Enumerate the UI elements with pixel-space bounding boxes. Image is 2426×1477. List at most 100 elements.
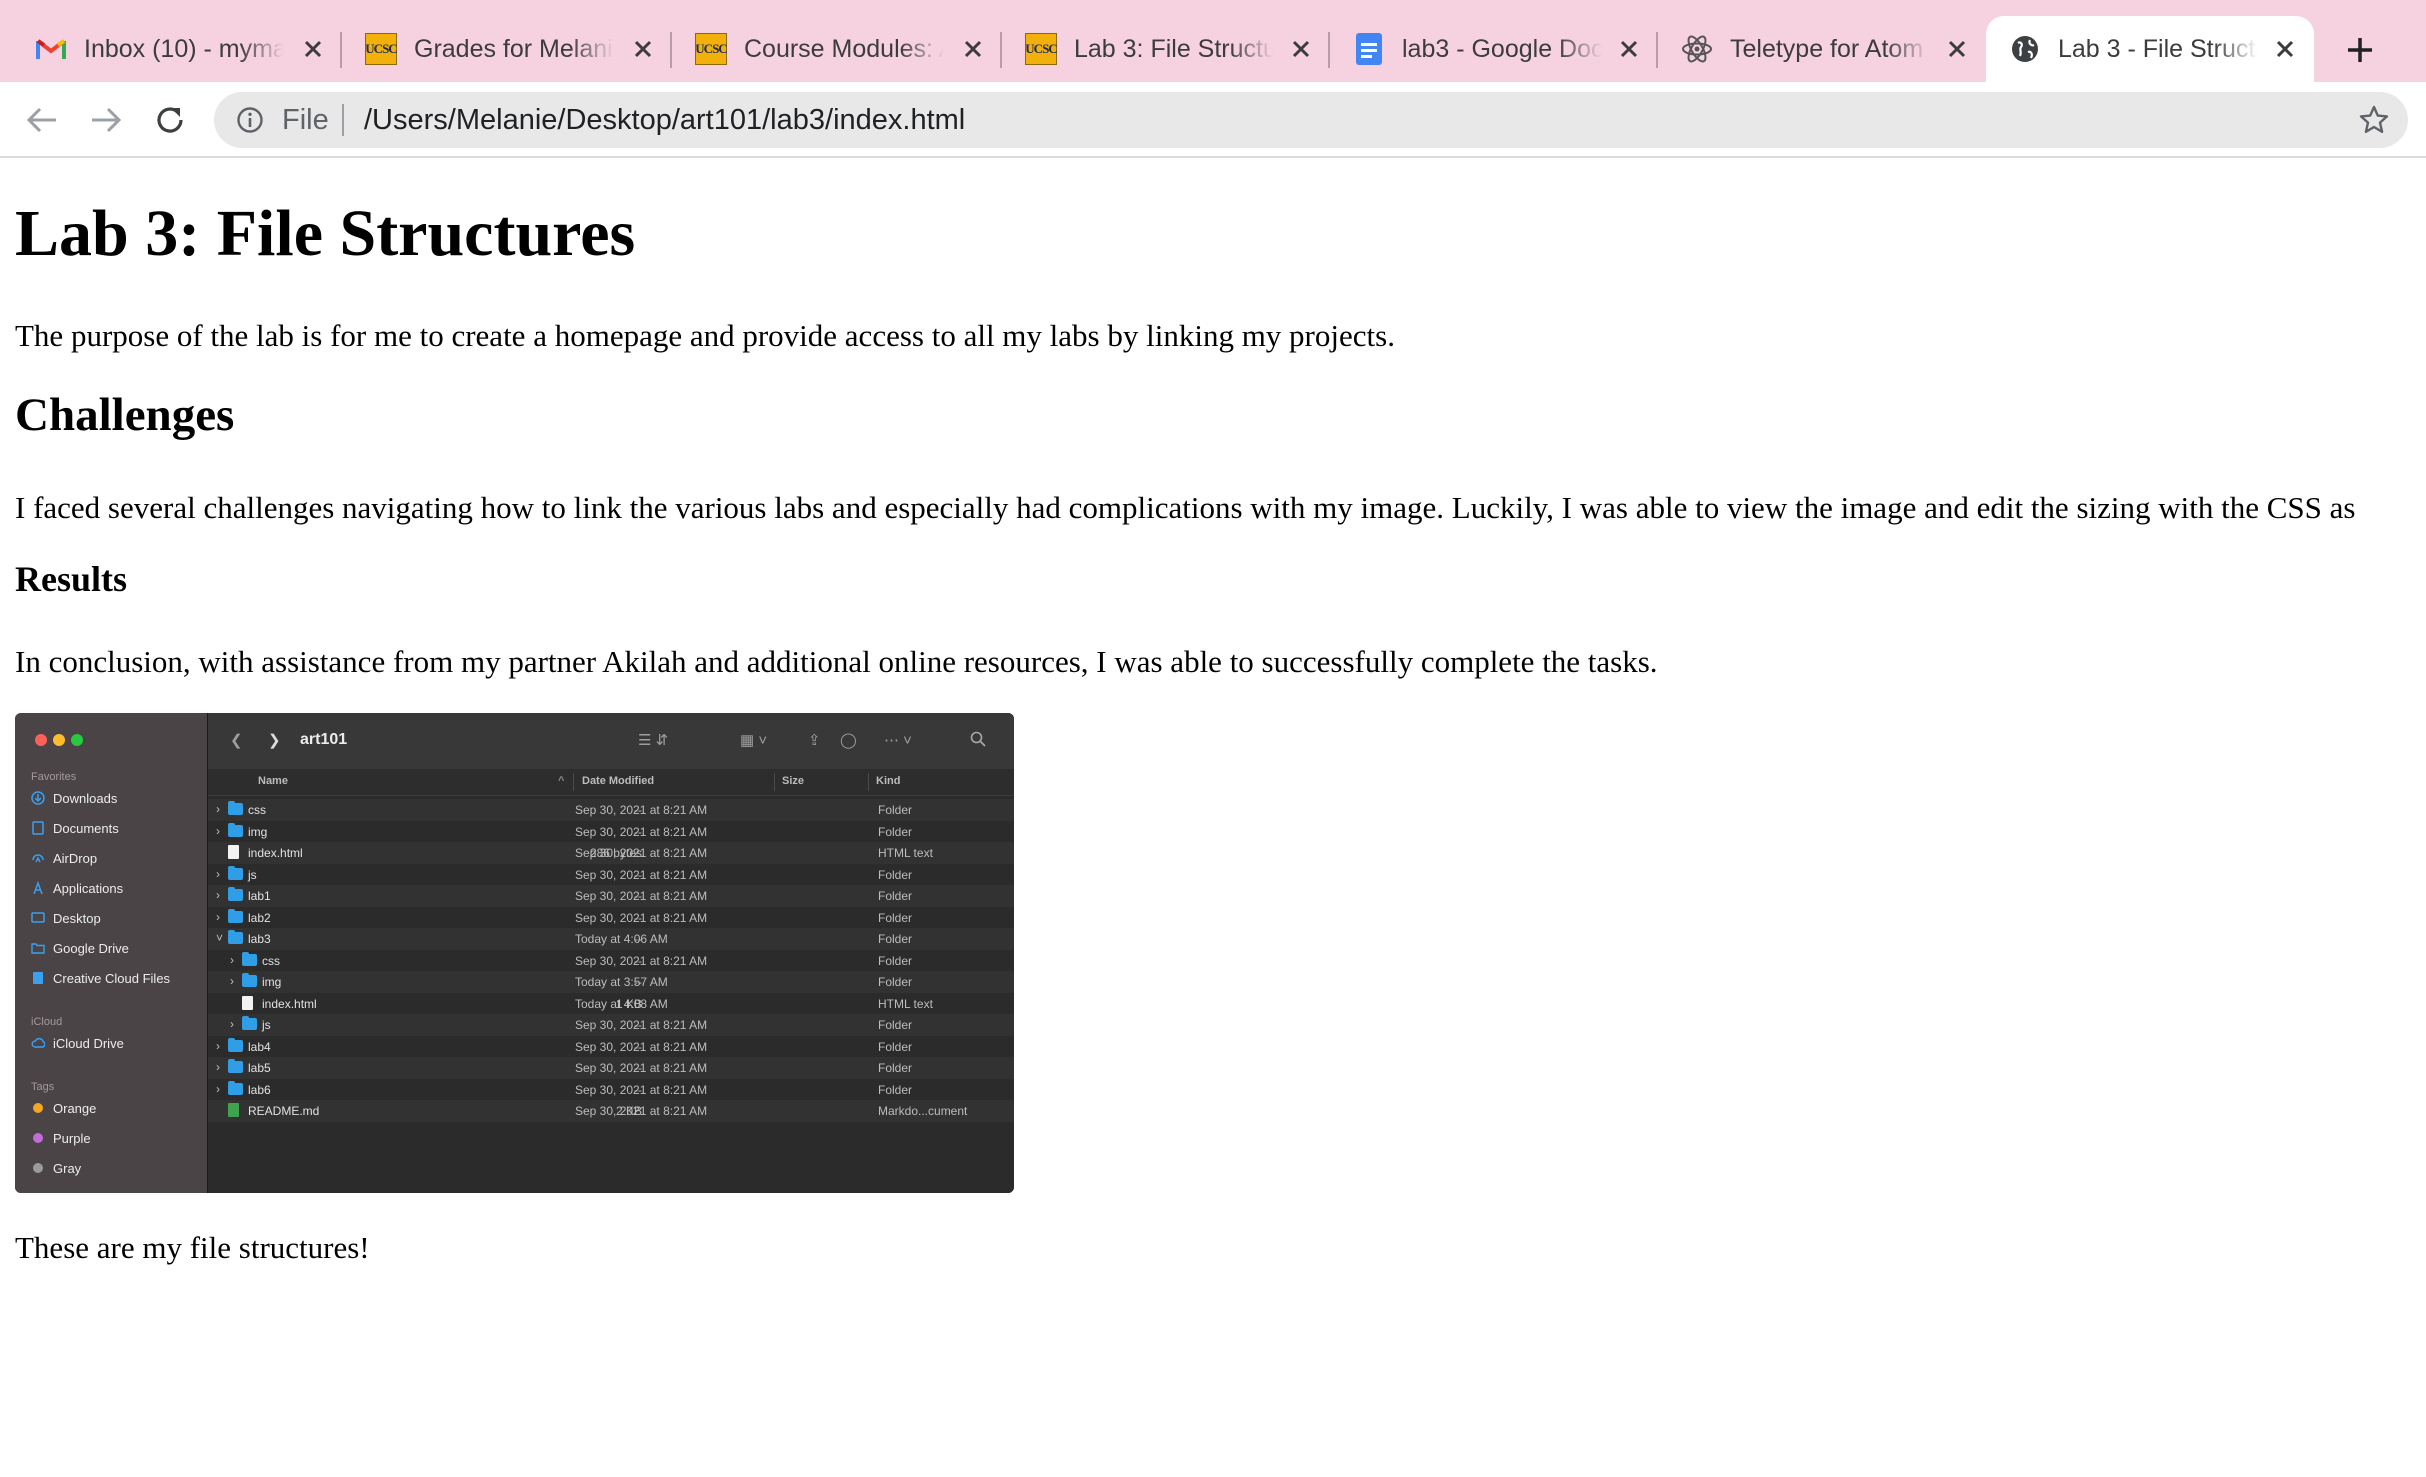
intro-paragraph: The purpose of the lab is for me to crea… xyxy=(15,318,1395,353)
file-kind: Folder xyxy=(878,1061,913,1075)
file-name: lab6 xyxy=(248,1082,271,1097)
file-kind: Folder xyxy=(878,932,913,946)
folder-icon xyxy=(228,887,243,901)
file-size: -- xyxy=(634,932,642,946)
column-name: Name xyxy=(258,775,288,787)
folder-icon xyxy=(228,1037,243,1052)
disclosure-closed-icon: › xyxy=(216,823,220,838)
finder-row: index.html Today at 4:08 AM 1 KB HTML text xyxy=(208,993,1014,1015)
folder-icon xyxy=(228,865,243,880)
sidebar-tag-purple: Purple xyxy=(31,1127,91,1149)
tab-title: Course Modules: A xyxy=(744,34,944,63)
tag-dot-icon xyxy=(33,1133,43,1143)
tab-course-modules[interactable]: UCSC Course Modules: A xyxy=(672,16,1002,82)
sidebar-item-icloud-drive: iCloud Drive xyxy=(31,1032,124,1054)
grid-view-icon: ▦ ˅ xyxy=(740,732,768,749)
file-size: -- xyxy=(634,889,642,903)
list-view-icon: ☰ ⇵ xyxy=(638,732,669,749)
file-size: -- xyxy=(634,867,642,882)
address-bar[interactable]: File /Users/Melanie/Desktop/art101/lab3/… xyxy=(214,92,2408,148)
file-kind: Folder xyxy=(878,1082,913,1097)
omnibox-divider xyxy=(342,104,344,136)
file-size: -- xyxy=(634,975,642,989)
folder-icon xyxy=(228,930,243,944)
sidebar-tag-gray: Gray xyxy=(31,1157,81,1179)
sort-chevron-icon: ^ xyxy=(558,775,565,787)
tags-section-label: Tags xyxy=(31,1081,55,1093)
close-tab-icon[interactable] xyxy=(298,34,328,64)
folder-icon xyxy=(242,1016,257,1030)
disclosure-closed-icon: › xyxy=(230,974,234,988)
bookmark-star-icon[interactable] xyxy=(2358,104,2390,136)
file-size: -- xyxy=(634,803,642,817)
results-heading: Results xyxy=(15,559,128,599)
tab-lab3-canvas[interactable]: UCSC Lab 3: File Structures xyxy=(1002,16,1330,82)
disclosure-closed-icon: › xyxy=(216,888,220,902)
favorites-section-label: Favorites xyxy=(31,771,77,783)
sidebar-item-desktop: Desktop xyxy=(31,907,101,929)
close-tab-icon[interactable] xyxy=(1614,34,1644,64)
tab-strip: Inbox (10) - mymail UCSC Grades for Mela… xyxy=(0,0,2426,82)
folder-icon xyxy=(228,1080,243,1095)
sidebar-item-documents: Documents xyxy=(31,817,119,839)
column-size: Size xyxy=(782,775,805,787)
close-tab-icon[interactable] xyxy=(628,34,658,64)
column-kind: Kind xyxy=(876,775,901,787)
file-name: css xyxy=(262,953,280,968)
file-size: 1 KB xyxy=(615,996,642,1011)
finder-row: › css Sep 30, 2021 at 8:21 AM -- Folder xyxy=(208,950,1014,972)
url-text[interactable]: /Users/Melanie/Desktop/art101/lab3/index… xyxy=(364,104,965,137)
gmail-icon xyxy=(34,32,68,66)
page-title: Lab 3: File Structures xyxy=(15,197,636,270)
close-tab-icon[interactable] xyxy=(958,34,988,64)
forward-arrow-icon[interactable] xyxy=(86,100,126,140)
file-size: -- xyxy=(634,1018,642,1032)
finder-column-headers: Name ^ Date Modified Size Kind xyxy=(208,769,1014,796)
file-kind: Folder xyxy=(878,1018,913,1032)
page-content: Lab 3: File Structures The purpose of th… xyxy=(0,160,2426,1477)
file-kind: HTML text xyxy=(878,996,933,1011)
tab-google-docs[interactable]: lab3 - Google Docs xyxy=(1330,16,1658,82)
finder-main: ❮ ❯ art101 ☰ ⇵ ▦ ˅ ⇪ ◯ ⋯ ˅ Name ^ Date M… xyxy=(208,713,1014,1193)
disclosure-open-icon: ˅ xyxy=(216,931,224,945)
close-tab-icon[interactable] xyxy=(1286,34,1316,64)
file-size: -- xyxy=(634,1061,642,1075)
file-size: -- xyxy=(634,910,642,925)
file-date: Today at 3:57 AM xyxy=(575,975,668,989)
tab-title: Lab 3: File Structures xyxy=(1074,34,1274,63)
folder-icon xyxy=(228,908,243,923)
google-docs-icon xyxy=(1352,32,1386,66)
close-tab-icon[interactable] xyxy=(2270,34,2300,64)
finder-file-list: › css Sep 30, 2021 at 8:21 AM -- Folder › img S… xyxy=(208,799,1014,1122)
file-icon xyxy=(228,1103,239,1117)
file-kind: Markdo...cument xyxy=(878,1104,968,1118)
tab-grades[interactable]: UCSC Grades for Melanie xyxy=(342,16,672,82)
file-kind: Folder xyxy=(878,889,913,903)
finder-sidebar: Favorites Downloads Documents AirDrop Ap… xyxy=(15,713,208,1193)
info-icon[interactable] xyxy=(236,106,264,134)
icloud-section-label: iCloud xyxy=(31,1016,63,1028)
file-name: index.html xyxy=(262,996,317,1011)
column-date-modified: Date Modified xyxy=(582,775,655,787)
sidebar-item-google-drive: Google Drive xyxy=(31,937,129,959)
finder-row: › lab2 Sep 30, 2021 at 8:21 AM -- Folder xyxy=(208,907,1014,929)
folder-icon xyxy=(242,951,257,966)
finder-back-icon: ❮ xyxy=(230,732,243,749)
reload-icon[interactable] xyxy=(150,100,190,140)
tab-lab3-active[interactable]: Lab 3 - File Structures xyxy=(1986,16,2314,82)
finder-row: › css Sep 30, 2021 at 8:21 AM -- Folder xyxy=(208,799,1014,821)
new-tab-icon[interactable] xyxy=(2338,28,2382,72)
tab-teletype[interactable]: Teletype for Atom xyxy=(1658,16,1986,82)
file-name: lab4 xyxy=(248,1039,271,1054)
tab-title: lab3 - Google Docs xyxy=(1402,34,1602,63)
file-kind: Folder xyxy=(878,867,913,882)
more-actions-icon: ⋯ ˅ xyxy=(884,732,912,749)
close-tab-icon[interactable] xyxy=(1942,34,1972,64)
finder-row: › img Today at 3:57 AM -- Folder xyxy=(208,971,1014,993)
airdrop-icon xyxy=(31,851,45,865)
atom-icon xyxy=(1680,32,1714,66)
file-icon xyxy=(228,845,239,859)
file-icon xyxy=(242,995,253,1010)
tab-gmail[interactable]: Inbox (10) - mymail xyxy=(12,16,342,82)
back-arrow-icon[interactable] xyxy=(22,100,62,140)
